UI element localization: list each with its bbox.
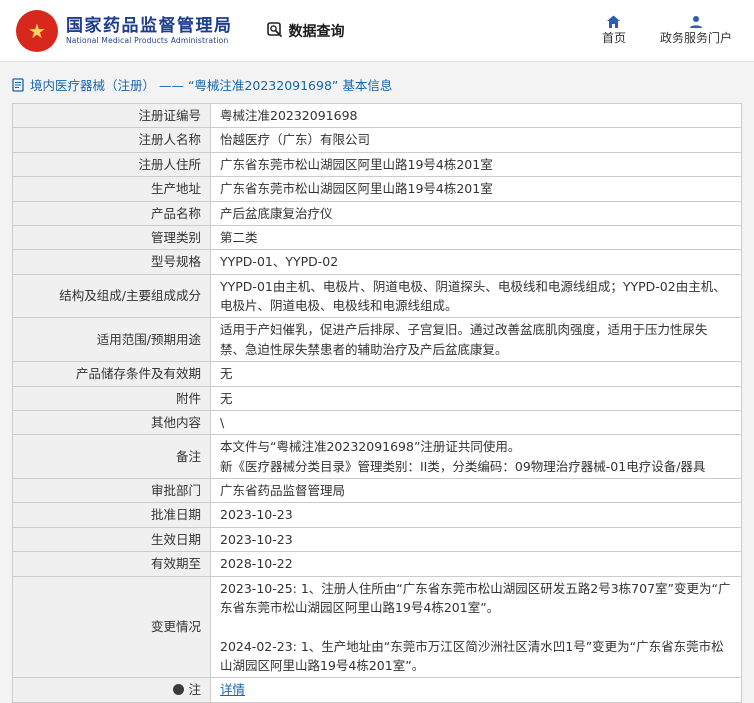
field-value: 第二类 bbox=[211, 225, 742, 249]
field-value: 2023-10-25: 1、注册人住所由“广东省东莞市松山湖园区研发五路2号3栋… bbox=[211, 576, 742, 678]
field-value: YYPD-01、YYPD-02 bbox=[211, 250, 742, 274]
row-production-address: 生产地址 广东省东莞市松山湖园区阿里山路19号4栋201室 bbox=[13, 177, 742, 201]
nav-home-label: 首页 bbox=[602, 31, 626, 45]
row-product-name: 产品名称 产后盆底康复治疗仪 bbox=[13, 201, 742, 225]
field-label: 适用范围/预期用途 bbox=[13, 318, 211, 362]
row-remarks: 备注 本文件与“粤械注准20232091698”注册证共同使用。 新《医疗器械分… bbox=[13, 435, 742, 479]
field-label: 注册人名称 bbox=[13, 128, 211, 152]
field-label: 生效日期 bbox=[13, 527, 211, 551]
field-label: 注册证编号 bbox=[13, 104, 211, 128]
field-label: 其他内容 bbox=[13, 410, 211, 434]
field-label: 生产地址 bbox=[13, 177, 211, 201]
row-registrant-address: 注册人住所 广东省东莞市松山湖园区阿里山路19号4栋201室 bbox=[13, 152, 742, 176]
field-label: 有效期至 bbox=[13, 552, 211, 576]
registration-info-table: 注册证编号 粤械注准20232091698 注册人名称 怡越医疗（广东）有限公司… bbox=[12, 103, 742, 703]
field-label: 产品储存条件及有效期 bbox=[13, 362, 211, 386]
top-header: ★ 国家药品监督管理局 National Medical Products Ad… bbox=[0, 0, 754, 62]
field-value: \ bbox=[211, 410, 742, 434]
agency-name-en: National Medical Products Administration bbox=[66, 36, 233, 45]
row-attachments: 附件 无 bbox=[13, 386, 742, 410]
field-label: 产品名称 bbox=[13, 201, 211, 225]
row-approval-department: 审批部门 广东省药品监督管理局 bbox=[13, 479, 742, 503]
person-icon bbox=[689, 15, 703, 29]
note-label: 注 bbox=[188, 682, 201, 697]
field-label: 注 bbox=[13, 678, 211, 702]
data-query-label: 数据查询 bbox=[289, 21, 345, 41]
row-registration-number: 注册证编号 粤械注准20232091698 bbox=[13, 104, 742, 128]
row-valid-until: 有效期至 2028-10-22 bbox=[13, 552, 742, 576]
row-change-history: 变更情况 2023-10-25: 1、注册人住所由“广东省东莞市松山湖园区研发五… bbox=[13, 576, 742, 678]
field-value: 本文件与“粤械注准20232091698”注册证共同使用。 新《医疗器械分类目录… bbox=[211, 435, 742, 479]
nav-data-query[interactable]: 数据查询 bbox=[267, 21, 345, 41]
field-label: 注册人住所 bbox=[13, 152, 211, 176]
field-value: 适用于产妇催乳，促进产后排尿、子宫复旧。通过改善盆底肌肉强度，适用于压力性尿失禁… bbox=[211, 318, 742, 362]
field-value: YYPD-01由主机、电极片、阴道电极、阴道探头、电极线和电源线组成；YYPD-… bbox=[211, 274, 742, 318]
field-value: 广东省东莞市松山湖园区阿里山路19号4栋201室 bbox=[211, 177, 742, 201]
row-other-content: 其他内容 \ bbox=[13, 410, 742, 434]
field-value: 无 bbox=[211, 362, 742, 386]
field-value: 粤械注准20232091698 bbox=[211, 104, 742, 128]
field-label: 备注 bbox=[13, 435, 211, 479]
field-label: 结构及组成/主要组成成分 bbox=[13, 274, 211, 318]
field-label: 审批部门 bbox=[13, 479, 211, 503]
field-value: 广东省东莞市松山湖园区阿里山路19号4栋201室 bbox=[211, 152, 742, 176]
nav-portal-label: 政务服务门户 bbox=[660, 31, 732, 45]
row-storage-conditions: 产品储存条件及有效期 无 bbox=[13, 362, 742, 386]
row-registrant-name: 注册人名称 怡越医疗（广东）有限公司 bbox=[13, 128, 742, 152]
search-icon bbox=[267, 22, 284, 39]
row-intended-use: 适用范围/预期用途 适用于产妇催乳，促进产后排尿、子宫复旧。通过改善盆底肌肉强度… bbox=[13, 318, 742, 362]
field-value: 2028-10-22 bbox=[211, 552, 742, 576]
field-value: 2023-10-23 bbox=[211, 503, 742, 527]
field-label: 型号规格 bbox=[13, 250, 211, 274]
row-management-class: 管理类别 第二类 bbox=[13, 225, 742, 249]
field-label: 批准日期 bbox=[13, 503, 211, 527]
row-approval-date: 批准日期 2023-10-23 bbox=[13, 503, 742, 527]
field-value: 广东省药品监督管理局 bbox=[211, 479, 742, 503]
note-icon bbox=[173, 684, 184, 695]
agency-brand[interactable]: ★ 国家药品监督管理局 National Medical Products Ad… bbox=[16, 10, 233, 52]
field-value: 产后盆底康复治疗仪 bbox=[211, 201, 742, 225]
field-value: 无 bbox=[211, 386, 742, 410]
field-label: 附件 bbox=[13, 386, 211, 410]
field-value: 详情 bbox=[211, 678, 742, 702]
nav-home[interactable]: 首页 bbox=[602, 15, 626, 45]
agency-name-cn: 国家药品监督管理局 bbox=[66, 16, 233, 36]
home-icon bbox=[606, 15, 621, 29]
field-label: 变更情况 bbox=[13, 576, 211, 678]
detail-link[interactable]: 详情 bbox=[220, 682, 245, 697]
row-structure-composition: 结构及组成/主要组成成分 YYPD-01由主机、电极片、阴道电极、阴道探头、电极… bbox=[13, 274, 742, 318]
row-model-spec: 型号规格 YYPD-01、YYPD-02 bbox=[13, 250, 742, 274]
field-value: 怡越医疗（广东）有限公司 bbox=[211, 128, 742, 152]
field-label: 管理类别 bbox=[13, 225, 211, 249]
top-nav: 首页 政务服务门户 bbox=[602, 15, 738, 45]
nav-portal[interactable]: 政务服务门户 bbox=[660, 15, 732, 45]
document-icon bbox=[12, 78, 24, 92]
breadcrumb: 境内医疗器械（注册） —— “粤械注准20232091698” 基本信息 bbox=[12, 75, 742, 94]
field-value: 2023-10-23 bbox=[211, 527, 742, 551]
row-note: 注 详情 bbox=[13, 678, 742, 702]
national-emblem-logo: ★ bbox=[16, 10, 58, 52]
row-effective-date: 生效日期 2023-10-23 bbox=[13, 527, 742, 551]
breadcrumb-text: 境内医疗器械（注册） —— “粤械注准20232091698” 基本信息 bbox=[30, 75, 392, 94]
